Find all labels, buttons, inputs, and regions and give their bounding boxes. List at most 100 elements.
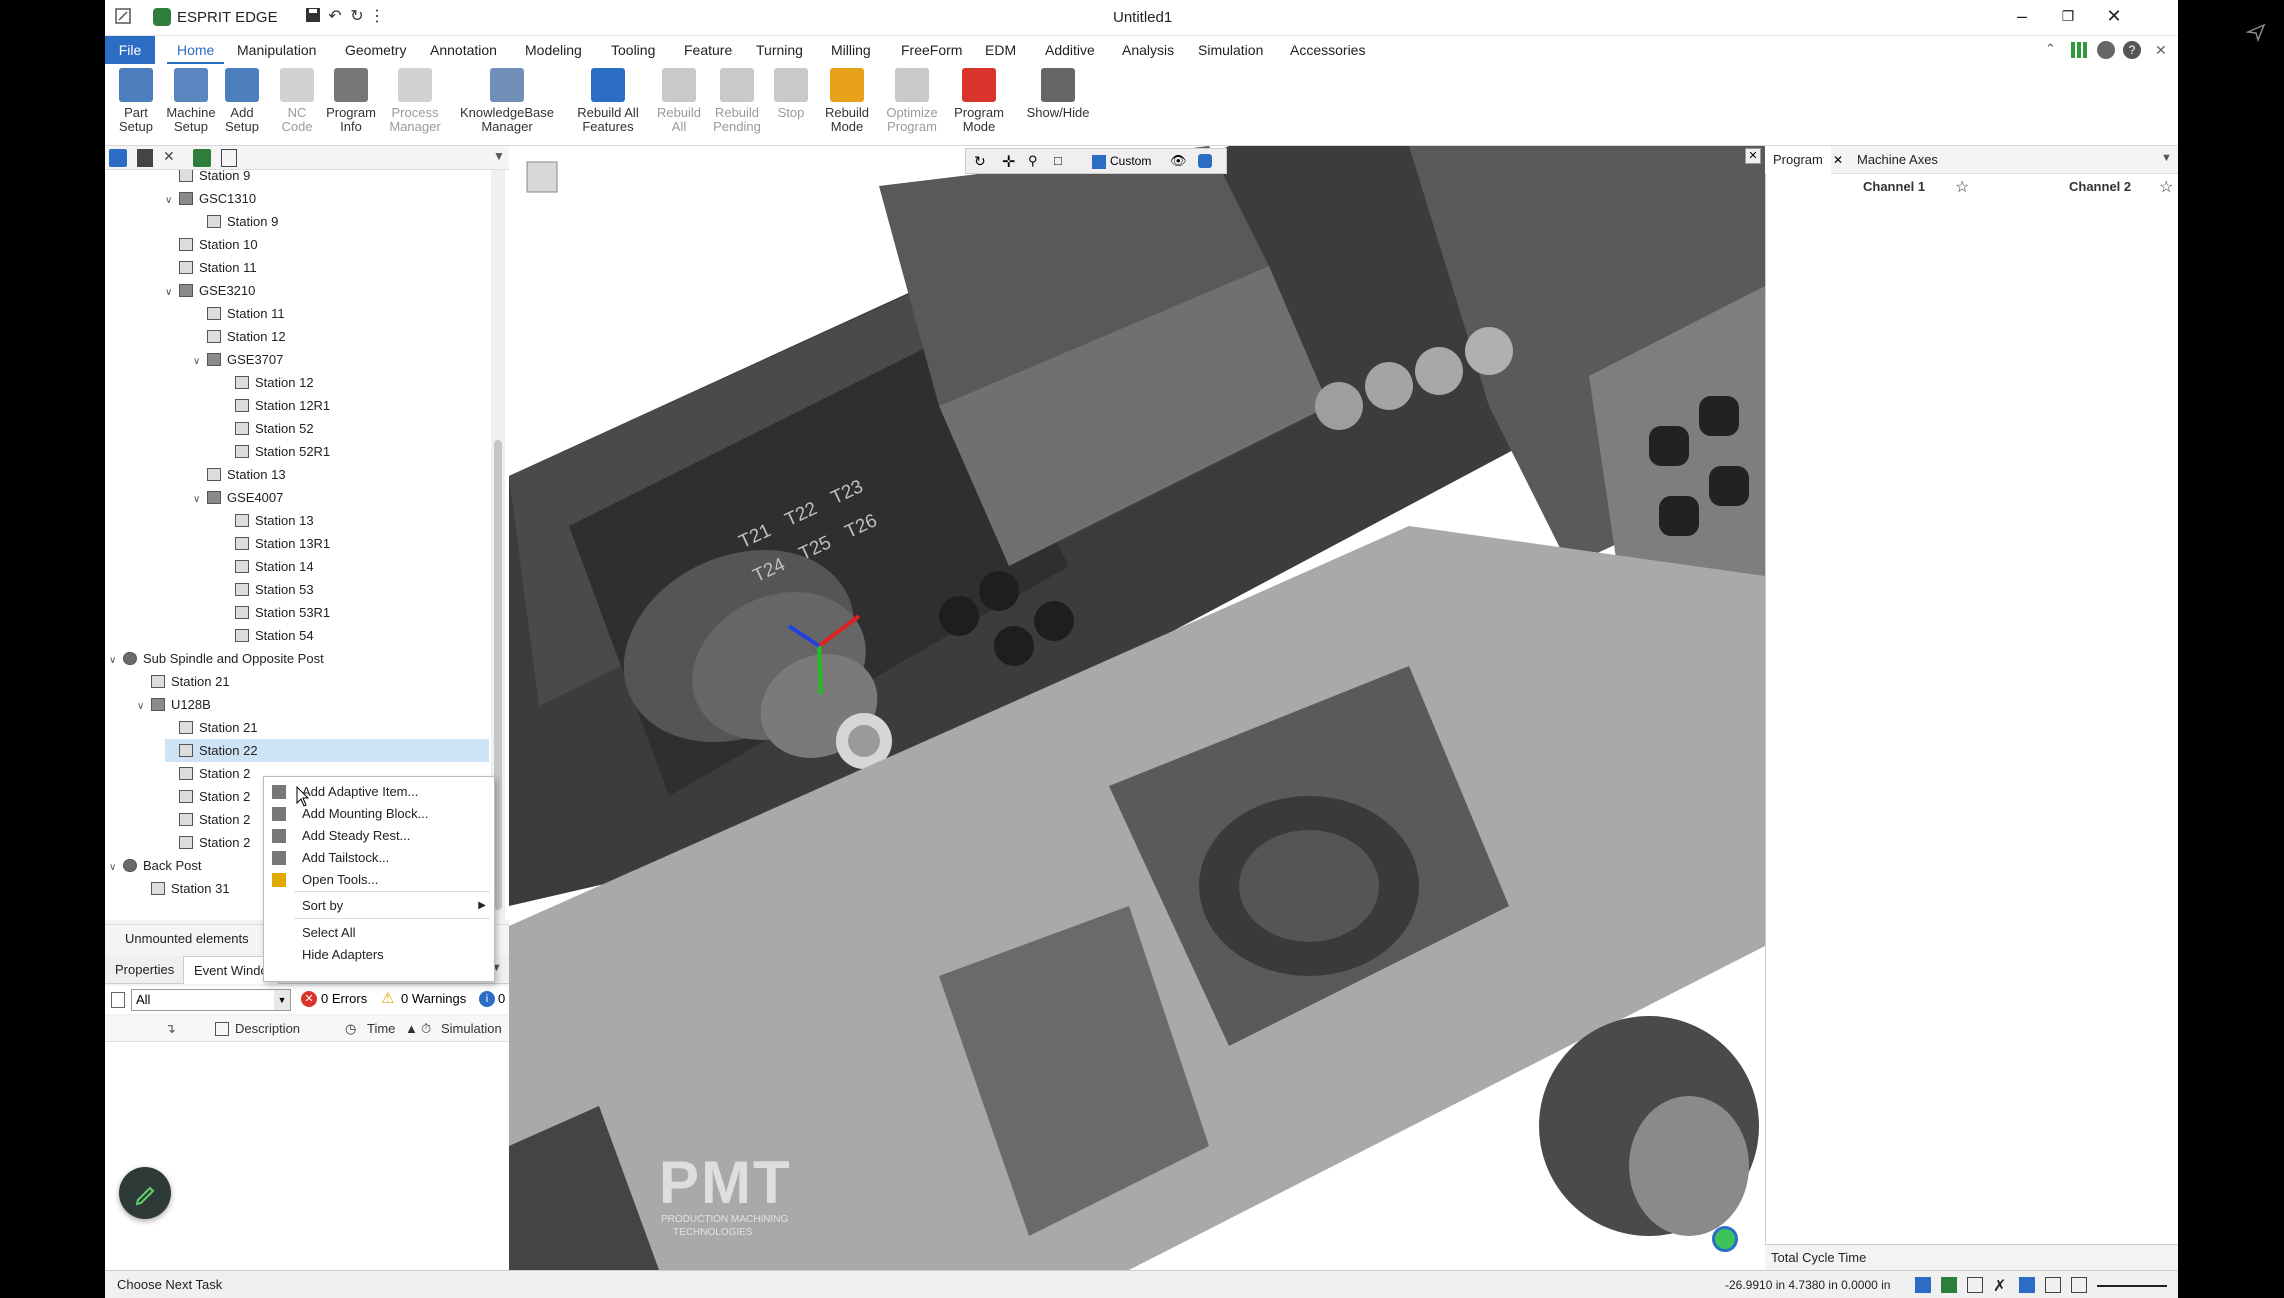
tab-annotation[interactable]: Annotation bbox=[420, 36, 507, 64]
tree-node[interactable]: Station 2 bbox=[165, 831, 250, 854]
tab-properties[interactable]: Properties bbox=[105, 956, 184, 984]
tree-node[interactable]: ∨ GSE4007 bbox=[193, 486, 283, 509]
tree-node[interactable]: Station 9 bbox=[165, 170, 250, 187]
ribbon-button-nc-code[interactable]: NC Code bbox=[275, 68, 319, 134]
tab-edm[interactable]: EDM bbox=[975, 36, 1026, 64]
send-icon[interactable] bbox=[2246, 22, 2266, 42]
ortho-icon[interactable] bbox=[1967, 1277, 1983, 1293]
apps-grid-icon[interactable] bbox=[2071, 42, 2087, 58]
tab-analysis[interactable]: Analysis bbox=[1112, 36, 1184, 64]
layer-icon[interactable] bbox=[2019, 1277, 2035, 1293]
ribbon-button-rebuild-all-features[interactable]: Rebuild All Features bbox=[565, 68, 651, 134]
tree-node[interactable]: Station 2 bbox=[165, 762, 250, 785]
graphics-viewport[interactable]: T21 T22 T23 T24 T25 T26 PMT PRODUCTION M… bbox=[509, 146, 1765, 1270]
close-button[interactable]: ✕ bbox=[2091, 0, 2137, 32]
menu-item-select-all[interactable]: Select All bbox=[264, 922, 494, 944]
app-menu-icon[interactable] bbox=[113, 7, 133, 27]
tree-scrollbar-thumb[interactable] bbox=[494, 440, 502, 910]
tab-machine-axes[interactable]: Machine Axes bbox=[1849, 146, 1946, 174]
snap-icon[interactable] bbox=[1915, 1277, 1931, 1293]
menu-item-hide-adapters[interactable]: Hide Adapters bbox=[264, 944, 494, 966]
ribbon-button-show-hide[interactable]: Show/Hide bbox=[1021, 68, 1095, 120]
grid-snap-icon[interactable] bbox=[1941, 1277, 1957, 1293]
ribbon-button-rebuild-mode[interactable]: Rebuild Mode bbox=[817, 68, 877, 134]
pin-icon[interactable]: ▼ bbox=[493, 149, 505, 163]
close-program-tab-icon[interactable]: ✕ bbox=[1833, 153, 1843, 167]
menu-item-add-tailstock[interactable]: Add Tailstock... bbox=[264, 847, 494, 869]
tab-modeling[interactable]: Modeling bbox=[515, 36, 592, 64]
ribbon-button-rebuild-pending[interactable]: Rebuild Pending bbox=[709, 68, 765, 134]
more-icon[interactable]: ⋮ bbox=[367, 7, 387, 27]
star-icon[interactable]: ☆ bbox=[2159, 177, 2173, 197]
list-view-icon[interactable] bbox=[221, 149, 237, 167]
ribbon-button-stop[interactable]: Stop bbox=[769, 68, 813, 120]
ribbon-button-program-mode[interactable]: Program Mode bbox=[947, 68, 1011, 134]
tool-library-icon[interactable] bbox=[137, 149, 153, 167]
tab-feature[interactable]: Feature bbox=[674, 36, 742, 64]
tab-turning[interactable]: Turning bbox=[746, 36, 813, 64]
filter-select[interactable]: All ▼ bbox=[131, 989, 291, 1011]
minimize-button[interactable]: – bbox=[1999, 0, 2045, 32]
close-tree-icon[interactable]: ✕ bbox=[163, 148, 175, 165]
view-mode[interactable]: Custom bbox=[1110, 154, 1151, 168]
ribbon-button-part-setup[interactable]: Part Setup bbox=[109, 68, 163, 134]
tab-program[interactable]: Program bbox=[1765, 146, 1831, 174]
expand-chevron-icon[interactable]: ∨ bbox=[193, 488, 207, 511]
tree-node[interactable]: Station 22 bbox=[165, 739, 489, 762]
column-simulation[interactable]: Simulation bbox=[441, 1021, 502, 1036]
expand-chevron-icon[interactable]: ∨ bbox=[109, 649, 123, 672]
cancel-icon[interactable]: ✗ bbox=[1993, 1273, 2006, 1298]
tree-node[interactable]: Station 2 bbox=[165, 808, 250, 831]
tree-node[interactable]: ∨ GSC1310 bbox=[165, 187, 256, 210]
menu-item-open-tools[interactable]: Open Tools... bbox=[264, 869, 494, 891]
tree-node[interactable]: Station 52R1 bbox=[221, 440, 330, 463]
tree-node[interactable]: Station 54 bbox=[221, 624, 314, 647]
tree-node[interactable]: Station 12 bbox=[221, 371, 314, 394]
tree-node[interactable]: Station 10 bbox=[165, 233, 258, 256]
close-doc-icon[interactable]: ✕ bbox=[2155, 42, 2167, 59]
tab-accessories[interactable]: Accessories bbox=[1280, 36, 1375, 64]
pan-icon[interactable]: ✛ bbox=[1002, 152, 1015, 172]
ribbon-button-rebuild-all[interactable]: Rebuild All bbox=[653, 68, 705, 134]
ribbon-button-machine-setup[interactable]: Machine Setup bbox=[163, 68, 219, 134]
save-icon[interactable] bbox=[303, 7, 323, 27]
tab-additive[interactable]: Additive bbox=[1035, 36, 1105, 64]
tab-geometry[interactable]: Geometry bbox=[335, 36, 416, 64]
tree-node[interactable]: Station 12 bbox=[193, 325, 286, 348]
tree-node[interactable]: Station 13 bbox=[221, 509, 314, 532]
render-icon[interactable] bbox=[1198, 154, 1212, 168]
column-time[interactable]: Time bbox=[367, 1021, 395, 1036]
tree-node[interactable]: Station 11 bbox=[165, 256, 257, 279]
expand-chevron-icon[interactable]: ∨ bbox=[109, 856, 123, 879]
zoom-icon[interactable]: ⚲ bbox=[1028, 153, 1038, 169]
edit-fab-button[interactable] bbox=[119, 1167, 171, 1219]
tree-node[interactable]: ∨ GSE3210 bbox=[165, 279, 255, 302]
ribbon-button-process-manager[interactable]: Process Manager bbox=[385, 68, 445, 134]
ribbon-button-knowledgebase[interactable]: KnowledgeBase Manager bbox=[453, 68, 561, 134]
menu-item-sort-by[interactable]: Sort by ▶ bbox=[264, 895, 494, 917]
tab-file[interactable]: File bbox=[105, 36, 155, 64]
tree-node[interactable]: ∨ U128B bbox=[137, 693, 211, 716]
line-style-select[interactable] bbox=[2097, 1285, 2167, 1287]
tree-node[interactable]: Station 9 bbox=[193, 210, 278, 233]
tree-node[interactable]: Station 11 bbox=[193, 302, 285, 325]
visibility-icon[interactable]: 👁 bbox=[1170, 153, 1187, 169]
viewport-close-icon[interactable]: ✕ bbox=[1745, 148, 1761, 164]
tree-node[interactable]: ∨ Sub Spindle and Opposite Post bbox=[109, 647, 324, 670]
pin-right-icon[interactable]: ▼ bbox=[2161, 152, 2172, 164]
tab-tooling[interactable]: Tooling bbox=[601, 36, 665, 64]
tree-toggle-icon[interactable]: ↴ bbox=[165, 1021, 176, 1037]
info-count[interactable]: 0 bbox=[498, 991, 505, 1006]
tab-home[interactable]: Home bbox=[167, 36, 225, 64]
properties-icon[interactable] bbox=[2045, 1277, 2061, 1293]
tree-node[interactable]: Station 31 bbox=[137, 877, 230, 900]
tree-node[interactable]: Station 52 bbox=[221, 417, 314, 440]
expand-chevron-icon[interactable]: ∨ bbox=[165, 281, 179, 304]
tree-node[interactable]: ∨ Back Post bbox=[109, 854, 202, 877]
menu-item-add-steady-rest[interactable]: Add Steady Rest... bbox=[264, 825, 494, 847]
tab-milling[interactable]: Milling bbox=[821, 36, 881, 64]
refresh-tree-icon[interactable] bbox=[193, 149, 211, 167]
tree-node[interactable]: Station 21 bbox=[137, 670, 230, 693]
collapse-ribbon-icon[interactable]: ⌃ bbox=[2045, 41, 2056, 57]
tab-freeform[interactable]: FreeForm bbox=[891, 36, 972, 64]
